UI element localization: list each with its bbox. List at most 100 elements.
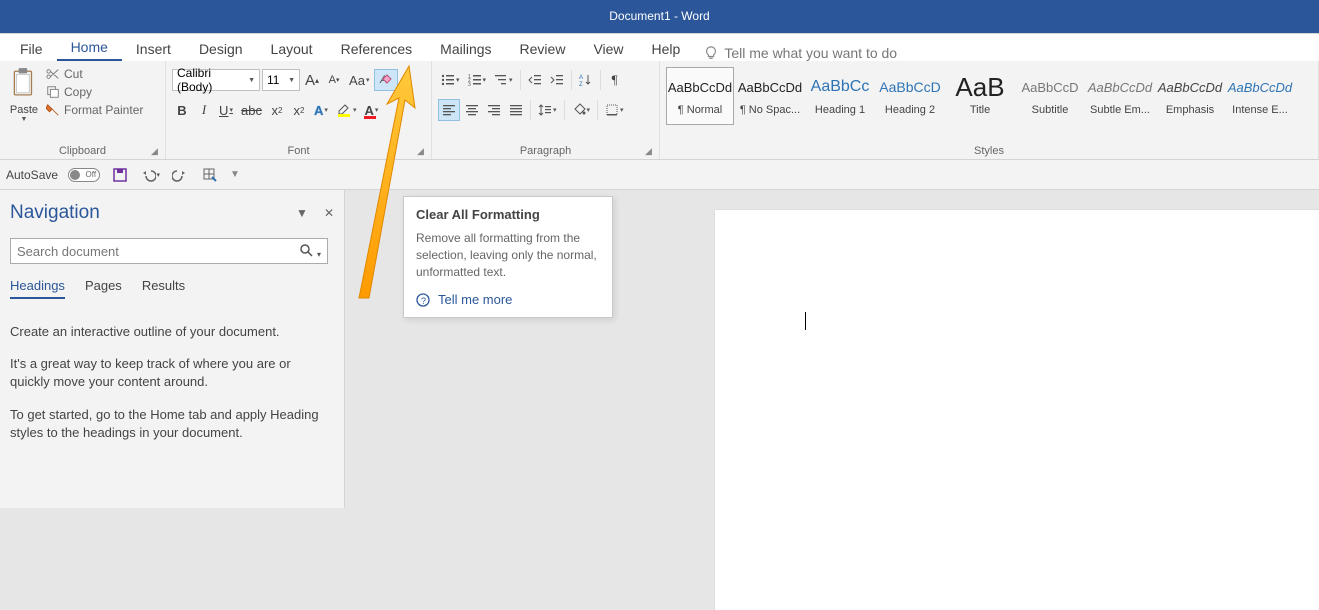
search-icon: ▾	[299, 243, 321, 260]
tell-me-more-link[interactable]: ? Tell me more	[416, 292, 600, 307]
style---normal[interactable]: AaBbCcDd¶ Normal	[666, 67, 734, 125]
group-label-paragraph: Paragraph	[432, 145, 659, 157]
align-center-icon	[465, 103, 479, 117]
style-subtitle[interactable]: AaBbCcDSubtitle	[1016, 67, 1084, 125]
multilevel-list-button[interactable]: ▾	[491, 69, 516, 91]
grow-font-button[interactable]: A▴	[302, 69, 322, 91]
navigation-search-input[interactable]: Search document ▾	[10, 238, 328, 264]
align-left-button[interactable]	[438, 99, 460, 121]
shading-button[interactable]: ▾	[569, 99, 594, 121]
font-color-button[interactable]: A▾	[361, 99, 381, 121]
tab-view[interactable]: View	[579, 35, 637, 61]
page[interactable]	[715, 210, 1319, 610]
group-clipboard: Paste ▼ Cut Copy Format Painter Clipboar…	[0, 61, 166, 159]
scissors-icon	[46, 67, 60, 81]
cut-button[interactable]: Cut	[46, 67, 143, 81]
decrease-indent-button[interactable]	[525, 69, 545, 91]
redo-button[interactable]	[170, 165, 190, 185]
style-intense-e---[interactable]: AaBbCcDdIntense E...	[1226, 67, 1294, 125]
style-subtle-em---[interactable]: AaBbCcDdSubtle Em...	[1086, 67, 1154, 125]
outdent-icon	[528, 73, 542, 87]
sort-button[interactable]: AZ	[576, 69, 596, 91]
nav-close-button[interactable]: ✕	[324, 206, 334, 220]
ribbon: Paste ▼ Cut Copy Format Painter Clipboar…	[0, 61, 1319, 160]
shrink-font-button[interactable]: A▾	[324, 69, 344, 91]
copy-icon	[46, 85, 60, 99]
bold-button[interactable]: B	[172, 99, 192, 121]
brush-icon	[46, 103, 60, 117]
style-title[interactable]: AaBTitle	[946, 67, 1014, 125]
tooltip-description: Remove all formatting from the selection…	[416, 230, 600, 280]
align-right-button[interactable]	[484, 99, 504, 121]
undo-button[interactable]: ▾	[140, 165, 160, 185]
italic-button[interactable]: I	[194, 99, 214, 121]
tab-help[interactable]: Help	[638, 35, 695, 61]
bullets-icon	[441, 73, 455, 87]
paragraph-dialog-launcher[interactable]: ◢	[645, 146, 655, 156]
numbering-button[interactable]: 123▾	[465, 69, 490, 91]
save-icon	[112, 167, 128, 183]
tab-home[interactable]: Home	[57, 33, 122, 61]
group-label-font: Font	[166, 145, 431, 157]
bullets-button[interactable]: ▾	[438, 69, 463, 91]
search-placeholder: Search document	[17, 244, 119, 259]
tab-insert[interactable]: Insert	[122, 35, 185, 61]
style---no-spac---[interactable]: AaBbCcDd¶ No Spac...	[736, 67, 804, 125]
underline-button[interactable]: U▾	[216, 99, 236, 121]
nav-tab-pages[interactable]: Pages	[85, 278, 122, 299]
borders-icon	[605, 103, 619, 117]
bucket-icon	[572, 103, 586, 117]
show-hide-button[interactable]: ¶	[605, 69, 625, 91]
nav-tab-headings[interactable]: Headings	[10, 278, 65, 299]
multilevel-icon	[494, 73, 508, 87]
tab-mailings[interactable]: Mailings	[426, 35, 505, 61]
ribbon-tabs: File Home Insert Design Layout Reference…	[0, 33, 1319, 61]
highlighter-icon	[336, 102, 352, 118]
highlight-button[interactable]: ▾	[333, 99, 360, 121]
align-center-button[interactable]	[462, 99, 482, 121]
font-size-combo[interactable]: 11▼	[262, 69, 300, 91]
style-emphasis[interactable]: AaBbCcDdEmphasis	[1156, 67, 1224, 125]
line-spacing-button[interactable]: ▾	[535, 99, 560, 121]
superscript-button[interactable]: x2	[289, 99, 309, 121]
clipboard-dialog-launcher[interactable]: ◢	[151, 146, 161, 156]
style-heading-1[interactable]: AaBbCcHeading 1	[806, 67, 874, 125]
change-case-button[interactable]: Aa▾	[346, 69, 372, 91]
sort-icon: AZ	[579, 73, 593, 87]
borders-button[interactable]: ▾	[602, 99, 627, 121]
tab-review[interactable]: Review	[506, 35, 580, 61]
justify-icon	[509, 103, 523, 117]
save-button[interactable]	[110, 165, 130, 185]
nav-dropdown-button[interactable]: ▼	[296, 206, 308, 220]
tell-me-search[interactable]: Tell me what you want to do	[704, 45, 897, 61]
font-name-combo[interactable]: Calibri (Body)▼	[172, 69, 260, 91]
nav-tab-results[interactable]: Results	[142, 278, 185, 299]
font-dialog-launcher[interactable]: ◢	[417, 146, 427, 156]
align-right-icon	[487, 103, 501, 117]
paste-button[interactable]: Paste ▼	[6, 65, 42, 123]
subscript-button[interactable]: x2	[267, 99, 287, 121]
main-area: Navigation ▼ ✕ Search document ▾ Heading…	[0, 190, 1319, 508]
svg-text:3: 3	[468, 82, 471, 87]
paste-icon	[11, 67, 37, 97]
strikethrough-button[interactable]: abc	[238, 99, 265, 121]
tab-design[interactable]: Design	[185, 35, 257, 61]
text-cursor	[805, 312, 806, 330]
tooltip-title: Clear All Formatting	[416, 207, 600, 222]
numbering-icon: 123	[468, 73, 482, 87]
tab-layout[interactable]: Layout	[257, 35, 327, 61]
increase-indent-button[interactable]	[547, 69, 567, 91]
format-painter-button[interactable]: Format Painter	[46, 103, 143, 117]
navigation-pane: Navigation ▼ ✕ Search document ▾ Heading…	[0, 190, 345, 508]
draw-table-button[interactable]	[200, 165, 220, 185]
copy-button[interactable]: Copy	[46, 85, 143, 99]
tab-file[interactable]: File	[6, 35, 57, 61]
tab-references[interactable]: References	[327, 35, 427, 61]
table-pen-icon	[202, 167, 218, 183]
text-effects-button[interactable]: A▾	[311, 99, 331, 121]
style-heading-2[interactable]: AaBbCcDHeading 2	[876, 67, 944, 125]
clear-formatting-button[interactable]: A	[374, 69, 398, 91]
svg-text:Z: Z	[579, 82, 583, 87]
autosave-toggle[interactable]: Off	[68, 168, 100, 182]
justify-button[interactable]	[506, 99, 526, 121]
